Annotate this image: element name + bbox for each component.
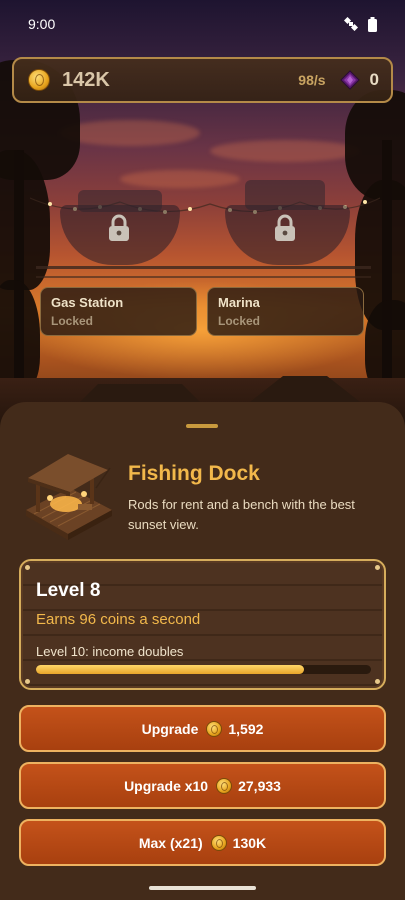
status-time: 9:00 xyxy=(28,16,56,32)
battery-icon xyxy=(368,16,377,32)
rivet xyxy=(25,565,30,570)
progress-fill xyxy=(36,665,304,674)
building-state: Locked xyxy=(51,314,94,328)
button-cost: 27,933 xyxy=(238,777,281,794)
currency-hud: 142K 98/s 0 xyxy=(12,57,393,103)
button-label: Upgrade x10 xyxy=(124,777,209,794)
gold-coin-icon xyxy=(28,69,50,91)
level-card: Level 8 Earns 96 coins a second Level 10… xyxy=(19,559,386,690)
locked-building-marina[interactable]: Marina Locked xyxy=(207,287,364,336)
lock-icon xyxy=(109,214,129,241)
upgrade-max-button[interactable]: Max (x21) 130K xyxy=(19,819,386,866)
building-description: Rods for rent and a bench with the best … xyxy=(128,497,355,532)
gold-coin-icon xyxy=(206,720,223,737)
level-label: Level 8 xyxy=(36,580,101,601)
building-name: Gas Station xyxy=(51,295,124,310)
gold-coin-icon xyxy=(210,834,227,851)
cloud xyxy=(60,120,200,146)
button-label: Max (x21) xyxy=(138,834,203,851)
building-title: Fishing Dock xyxy=(128,462,260,485)
button-label: Upgrade xyxy=(141,720,199,737)
sheet-drag-handle[interactable] xyxy=(186,424,218,428)
earnings-label: Earns 96 coins a second xyxy=(36,611,201,628)
building-name: Marina xyxy=(218,295,260,310)
gold-coin-icon xyxy=(216,777,233,794)
cloud xyxy=(120,170,240,188)
button-cost: 130K xyxy=(232,834,267,851)
rivet xyxy=(375,679,380,684)
rivet xyxy=(375,565,380,570)
upgrade-x10-button[interactable]: Upgrade x10 27,933 xyxy=(19,762,386,809)
status-bar: 9:00 xyxy=(0,0,405,48)
milestone-progress-bar xyxy=(36,665,371,674)
coin-balance: 142K xyxy=(62,68,110,91)
gesture-nav-bar[interactable] xyxy=(149,886,256,890)
lock-icon xyxy=(275,214,295,241)
building-detail-sheet: Fishing Dock Rods for rent and a bench w… xyxy=(0,402,405,900)
button-cost: 1,592 xyxy=(228,720,264,737)
tree xyxy=(0,280,40,390)
gem-balance: 0 xyxy=(369,70,379,89)
satellite-icon xyxy=(344,17,358,31)
locked-building-gas-station[interactable]: Gas Station Locked xyxy=(40,287,197,336)
gas-station-roof xyxy=(78,190,162,212)
income-rate: 98/s xyxy=(298,72,326,88)
upgrade-button[interactable]: Upgrade 1,592 xyxy=(19,705,386,752)
marina-tower xyxy=(245,180,325,210)
building-state: Locked xyxy=(218,314,261,328)
rivet xyxy=(25,679,30,684)
rooftop xyxy=(80,384,200,402)
cloud xyxy=(210,140,360,162)
boardwalk-rail xyxy=(36,266,371,278)
milestone-label: Level 10: income doubles xyxy=(36,644,184,659)
fishing-dock-icon xyxy=(26,454,112,540)
purple-gem-icon[interactable] xyxy=(339,70,360,90)
